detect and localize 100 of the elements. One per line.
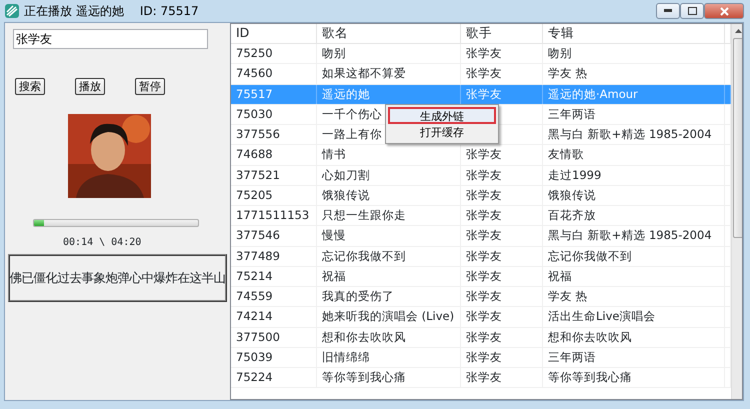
table-cell-text: 百花齐放 [548,207,596,224]
table-cell-text: 张学友 [466,328,502,346]
minimize-button[interactable] [656,3,680,19]
table-cell-text: 377500 [236,328,280,346]
close-icon [720,6,728,16]
table-cell: 活出生命Live演唱会 [548,308,656,326]
scrollbar[interactable] [731,24,742,399]
table-cell: 75039 [236,348,273,366]
table-cell-text: 吻别 [548,45,572,62]
table-cell: 祝福 [548,268,572,285]
playback-time: 00:14 \ 04:20 [63,236,142,250]
table-cell-text: 377489 [236,248,280,264]
table-cell-text: 张学友 [466,45,502,62]
table-cell: 张学友 [466,268,502,285]
table-cell: 74214 [236,308,273,326]
column-header[interactable]: 歌手 [461,24,543,43]
table-cell-text: 75517 [236,86,273,102]
table-cell: 74560 [236,65,273,82]
table-row[interactable]: 377521 心如刀割 张学友 走过1999 [231,166,731,186]
table-cell: 张学友 [466,186,502,204]
table-cell: 祝福 [322,268,346,285]
table-cell: 75030 [236,106,273,123]
scroll-up-icon [735,29,742,33]
column-header[interactable]: 专辑 [543,24,725,43]
table-cell: 如果这都不算爱 [322,65,406,82]
table-cell-text: 忘记你我做不到 [322,248,406,264]
table-row[interactable]: 75214 祝福 张学友 祝福 [231,266,731,287]
menu-item[interactable]: 生成外链 [388,107,496,124]
table-row[interactable]: 75250 吻别 张学友 吻别 [231,44,731,64]
table-cell: 她来听我的演唱会 (Live) [322,308,454,326]
table-cell: 黑与白 新歌+精选 1985-2004 [548,227,712,244]
table-cell-text: 黑与白 新歌+精选 1985-2004 [548,126,712,143]
table-cell: 慢慢 [322,227,346,244]
table-cell-text: 等你等到我心痛 [548,369,632,386]
table-row[interactable]: 1771511153 只想一生跟你走 张学友 百花齐放 [231,206,731,226]
table-cell: 三年两语 [548,348,596,366]
table-cell: 友情歌 [548,146,584,164]
table-cell-text: 学友 热 [548,288,588,305]
table-cell-text: 遥远的她·Amour [548,86,638,102]
table-row[interactable]: 75224 等你等到我心痛 张学友 等你等到我心痛 [231,368,731,388]
table-row[interactable]: 377489 忘记你我做不到 张学友 忘记你我做不到 [231,246,731,267]
minimize-icon [664,9,672,13]
table-cell-text: 377521 [236,166,280,184]
table-row[interactable]: 75039 旧情绵绵 张学友 三年两语 [231,348,731,368]
toolbar-button[interactable]: 搜索 [15,78,45,95]
table-cell: 三年两语 [548,106,596,123]
table-cell: 饿狼传说 [548,186,596,204]
table-cell: 学友 热 [548,65,588,82]
table-cell-text: 想和你去吹吹风 [548,328,632,346]
table-cell: 饿狼传说 [322,186,370,204]
table-cell-text: 74559 [236,288,273,305]
toolbar-button[interactable]: 暂停 [135,78,165,95]
table-row[interactable]: 74688 情书 张学友 友情歌 [231,145,731,166]
table-cell-text: 等你等到我心痛 [322,369,406,386]
table-cell-text: 走过1999 [548,166,602,184]
window-title: 正在播放 遥远的她 [24,3,124,20]
table-cell-text: 75224 [236,369,273,386]
table-cell-text: 我真的受伤了 [322,288,394,305]
table-row[interactable]: 75205 饿狼传说 张学友 饿狼传说 [231,186,731,206]
table-cell: 张学友 [466,348,502,366]
maximize-button[interactable] [680,3,704,19]
table-cell-text: 遥远的她 [322,86,370,102]
table-row[interactable]: 377500 想和你去吹吹风 张学友 想和你去吹吹风 [231,328,731,348]
table-cell: 377546 [236,227,280,244]
table-cell-text: 75250 [236,45,273,62]
table-cell: 张学友 [466,308,502,326]
table-cell: 张学友 [466,227,502,244]
column-header[interactable]: ID [231,24,317,43]
table-cell: 75205 [236,186,273,204]
table-row[interactable]: 74214 她来听我的演唱会 (Live) 张学友 活出生命Live演唱会 [231,307,731,328]
table-cell-text: 1771511153 [236,207,310,224]
table-cell-text: 377556 [236,126,280,143]
table-cell-text: 心如刀割 [322,166,370,184]
table-cell-text: 张学友 [466,166,502,184]
menu-item[interactable]: 打开缓存 [388,124,496,141]
table-cell-text: 吻别 [322,45,346,62]
table-row[interactable]: 377546 慢慢 张学友 黑与白 新歌+精选 1985-2004 [231,226,731,246]
close-button[interactable] [704,3,744,19]
table-cell: 74688 [236,146,273,164]
table-cell-text: 忘记你我做不到 [548,248,632,264]
app-icon [4,3,20,19]
toolbar-button[interactable]: 播放 [75,78,105,95]
table-cell: 情书 [322,146,346,164]
table-cell-text: 想和你去吹吹风 [322,328,406,346]
search-field[interactable]: 张学友 [13,29,208,49]
table-cell-text: 张学友 [466,288,502,305]
column-header[interactable]: 歌名 [317,24,461,43]
table-cell-text: 张学友 [466,369,502,386]
table-cell-text: 张学友 [466,248,502,264]
table-cell-text: 张学友 [466,207,502,224]
table-cell-text: 一路上有你 [322,126,382,143]
table-cell: 旧情绵绵 [322,348,370,366]
table-cell: 张学友 [466,65,502,82]
table-cell-text: 张学友 [466,86,502,102]
song-id-label: ID: 75517 [140,3,199,20]
table-cell-text: 只想一生跟你走 [322,207,406,224]
table-row[interactable]: 74559 我真的受伤了 张学友 学友 热 [231,287,731,308]
table-cell: 一千个伤心 [322,106,382,123]
maximize-icon [688,7,696,15]
table-cell: 75214 [236,268,273,285]
